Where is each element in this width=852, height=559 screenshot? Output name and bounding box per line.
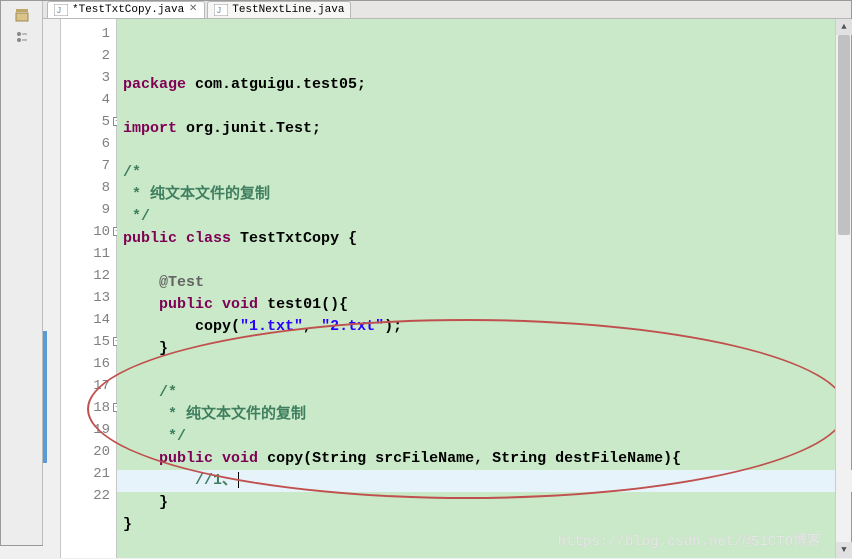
line-number[interactable]: 3 [61,67,110,89]
line-number[interactable]: 4 [61,89,110,111]
line-number[interactable]: 13 [61,287,110,309]
editor-tab-bar: J *TestTxtCopy.java ✕ J TestNextLine.java [43,1,851,19]
code-line[interactable]: //1、 [117,470,852,492]
scroll-thumb[interactable] [838,35,850,235]
line-number[interactable]: 9 [61,199,110,221]
line-number[interactable]: 8 [61,177,110,199]
line-number[interactable]: 21 [61,463,110,485]
code-line[interactable] [123,140,835,162]
scroll-up-arrow[interactable]: ▲ [836,19,852,35]
code-line[interactable] [123,536,835,558]
change-marker [43,353,47,375]
line-number-gutter[interactable]: 12345−678910−1112131415−161718−19202122 [61,19,117,558]
code-line[interactable] [123,250,835,272]
code-line[interactable]: */ [123,206,835,228]
code-line[interactable]: public void test01(){ [123,294,835,316]
change-marker [43,397,47,419]
ide-window: J*TestTxtCopy.java✕JTestNextLine.java 12… [0,0,852,546]
editor-tab-0[interactable]: J *TestTxtCopy.java ✕ [47,1,205,18]
line-number[interactable]: 15− [61,331,110,353]
line-number[interactable]: 12 [61,265,110,287]
line-number[interactable]: 2 [61,45,110,67]
code-line[interactable]: } [123,338,835,360]
code-editor[interactable]: 12345−678910−1112131415−161718−19202122 … [43,19,851,558]
breakpoint-ruler[interactable] [43,19,61,558]
change-marker [43,441,47,463]
tab-label: *TestTxtCopy.java [72,4,184,16]
code-line[interactable]: public class TestTxtCopy { [123,228,835,250]
svg-text:J: J [57,6,61,15]
line-number[interactable]: 1 [61,23,110,45]
svg-text:J: J [217,6,221,15]
scroll-down-arrow[interactable]: ▼ [836,542,852,558]
line-number[interactable]: 5− [61,111,110,133]
outline-icon[interactable] [14,29,30,45]
change-marker [43,331,47,353]
code-line[interactable]: } [123,492,835,514]
change-marker [43,419,47,441]
tool-rail [1,1,43,545]
code-line[interactable]: package com.atguigu.test05; [123,74,835,96]
line-number[interactable]: 20 [61,441,110,463]
code-line[interactable]: copy("1.txt", "2.txt"); [123,316,835,338]
line-number[interactable]: 14 [61,309,110,331]
line-number[interactable]: 19 [61,419,110,441]
code-line[interactable]: public void copy(String srcFileName, Str… [123,448,835,470]
line-number[interactable]: 10− [61,221,110,243]
change-marker [43,375,47,397]
code-line[interactable] [123,96,835,118]
editor-area: J*TestTxtCopy.java✕JTestNextLine.java 12… [43,1,851,545]
java-file-icon: J [54,4,68,16]
code-line[interactable]: /* [123,382,835,404]
editor-tab-1[interactable]: J TestNextLine.java [207,1,351,18]
code-line[interactable]: /* [123,162,835,184]
java-file-icon: J [214,4,228,16]
code-content[interactable]: package com.atguigu.test05; import org.j… [117,19,835,558]
line-number[interactable]: 7 [61,155,110,177]
line-number[interactable]: 6 [61,133,110,155]
line-number[interactable]: 11 [61,243,110,265]
line-number[interactable]: 22 [61,485,110,507]
close-icon[interactable]: ✕ [188,5,198,15]
code-line[interactable]: * 纯文本文件的复制 [123,404,835,426]
code-line[interactable] [123,360,835,382]
code-line[interactable]: import org.junit.Test; [123,118,835,140]
vertical-scrollbar[interactable]: ▲ ▼ [835,19,851,558]
package-explorer-icon[interactable] [14,7,30,23]
tab-label: TestNextLine.java [232,4,344,16]
line-number[interactable]: 18− [61,397,110,419]
line-number[interactable]: 16 [61,353,110,375]
code-line[interactable]: } [123,514,835,536]
code-line[interactable]: * 纯文本文件的复制 [123,184,835,206]
code-line[interactable]: @Test [123,272,835,294]
line-number[interactable]: 17 [61,375,110,397]
code-line[interactable]: */ [123,426,835,448]
